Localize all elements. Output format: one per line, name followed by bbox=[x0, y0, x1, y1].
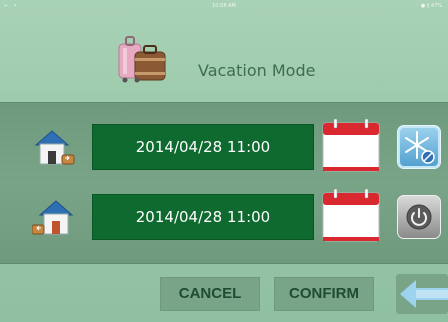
schedule-panel: 2014/04/28 11:00 2014/04/28 11:00 bbox=[0, 102, 448, 264]
start-calendar-icon[interactable] bbox=[321, 119, 381, 173]
end-datetime-field[interactable]: 2014/04/28 11:00 bbox=[92, 194, 314, 240]
house-return-icon bbox=[32, 200, 74, 235]
snowflake-icon bbox=[405, 131, 435, 164]
end-row: 2014/04/28 11:00 bbox=[0, 185, 448, 247]
power-mode-button[interactable] bbox=[397, 195, 441, 239]
header: Vacation Mode bbox=[0, 12, 448, 102]
power-icon bbox=[406, 204, 432, 230]
cancel-button[interactable]: CANCEL bbox=[160, 277, 260, 311]
status-bar: ← • 10:08 AM ● § 47% bbox=[0, 0, 448, 12]
frost-mode-button[interactable] bbox=[397, 125, 441, 169]
luggage-icon bbox=[118, 36, 166, 83]
page-title: Vacation Mode bbox=[198, 61, 316, 80]
status-right: ● § 47% bbox=[420, 3, 442, 9]
start-datetime-field[interactable]: 2014/04/28 11:00 bbox=[92, 124, 314, 170]
house-leave-icon bbox=[34, 130, 75, 165]
confirm-button[interactable]: CONFIRM bbox=[274, 277, 374, 311]
start-row: 2014/04/28 11:00 bbox=[0, 115, 448, 177]
status-time: 10:08 AM bbox=[212, 3, 236, 9]
end-calendar-icon[interactable] bbox=[321, 189, 381, 243]
back-arrow-icon[interactable] bbox=[396, 274, 448, 314]
